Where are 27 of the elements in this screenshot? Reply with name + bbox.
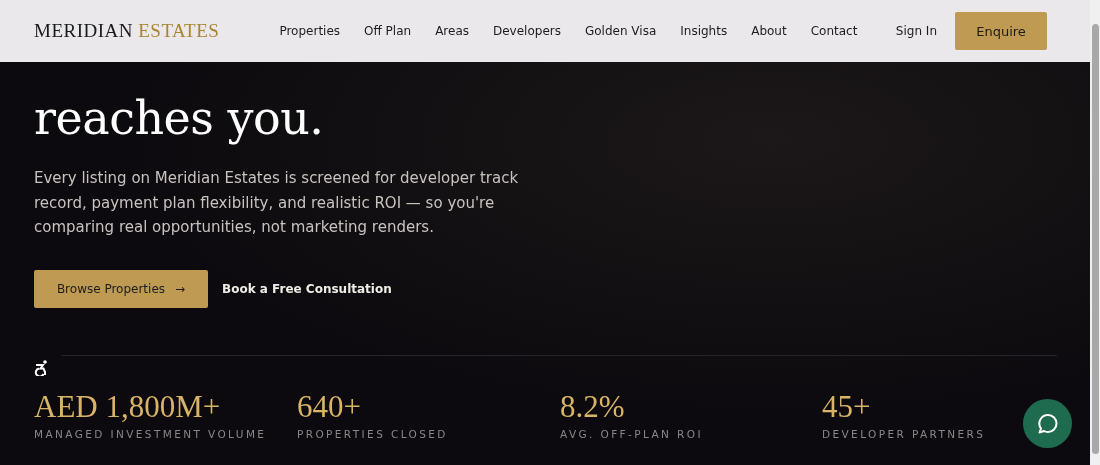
nav-link[interactable]: Insights — [680, 24, 728, 38]
nav-link[interactable]: Areas — [435, 24, 469, 38]
stat-label: AVG. OFF-PLAN ROI — [560, 427, 703, 440]
enquire-button[interactable]: Enquire — [955, 12, 1047, 50]
hero-description: Every listing on Meridian Estates is screened for developer track record, payment plan flexibility, and realistic ROI — so you're comparing real opportunities, not marketing renders. — [34, 168, 520, 238]
stat-value: 640+ — [297, 389, 361, 424]
browse-properties-button[interactable]: Browse Properties → — [34, 269, 208, 308]
nav-link[interactable]: Golden Visa — [584, 24, 657, 38]
consultation-link[interactable]: Book a Free Consultation — [222, 281, 392, 296]
scrollbar[interactable] — [1090, 0, 1100, 465]
nav-link[interactable]: Properties — [279, 24, 341, 38]
stat-value: 45+ — [822, 389, 871, 424]
accessibility-icon[interactable] — [34, 359, 50, 376]
stat-value: AED 1,800M+ — [34, 389, 221, 424]
logo[interactable]: MERIDIAN ESTATES — [34, 20, 220, 42]
stat-label: DEVELOPER PARTNERS — [822, 427, 986, 440]
nav-link[interactable]: About — [751, 24, 787, 38]
stat-value: 8.2% — [560, 389, 625, 424]
sign-in-link[interactable]: Sign In — [895, 24, 937, 38]
nav-link[interactable]: Off Plan — [364, 24, 412, 38]
hero-headline: reaches you. — [34, 90, 324, 146]
nav-link[interactable]: Developers — [493, 24, 561, 38]
chat-button[interactable] — [1023, 399, 1072, 448]
stat-label: PROPERTIES CLOSED — [297, 427, 448, 440]
nav-link[interactable]: Contact — [810, 24, 858, 38]
chat-bubble-icon — [1035, 411, 1060, 436]
stat-label: MANAGED INVESTMENT VOLUME — [34, 427, 267, 440]
